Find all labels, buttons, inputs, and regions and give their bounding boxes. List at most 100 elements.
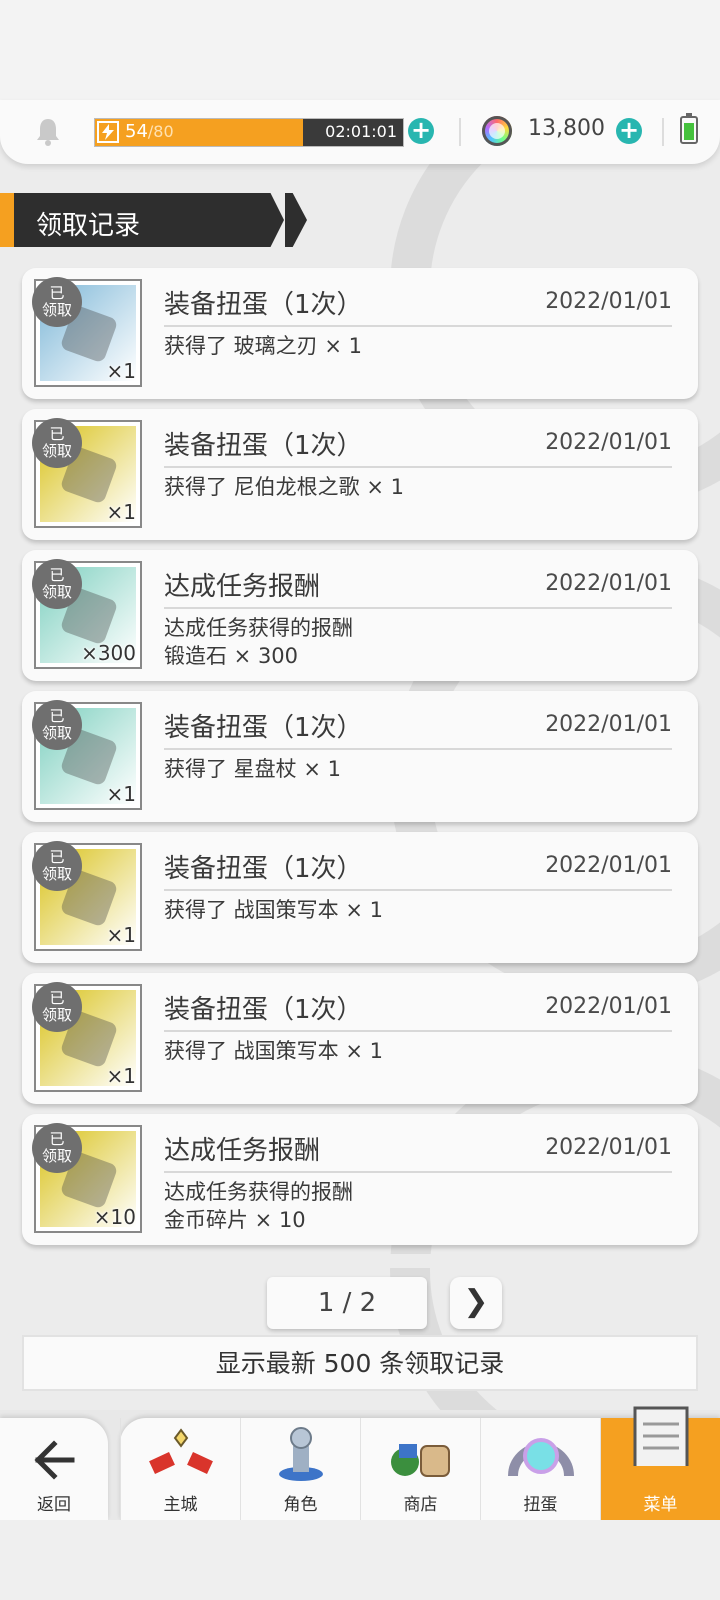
divider: [164, 1030, 672, 1032]
gacha-icon: [508, 1438, 574, 1477]
item-thumbnail: 已 领取 ×1: [32, 982, 142, 1092]
description-line: 金币碎片 × 10: [164, 1208, 306, 1232]
record-title: 装备扭蛋（1次）: [164, 713, 363, 743]
record-date: 2022/01/01: [545, 853, 672, 878]
nav-label: 商店: [403, 1495, 438, 1515]
claimed-badge: 已 领取: [32, 277, 82, 327]
description-line: 获得了 战国策写本 × 1: [164, 1039, 383, 1063]
stamina-timer: 02:01:01: [325, 122, 397, 141]
record-description: 获得了 战国策写本 × 1: [164, 896, 383, 924]
gem-icon: [482, 116, 512, 146]
item-quantity: ×1: [106, 923, 136, 947]
record-title: 达成任务报酬: [164, 572, 321, 602]
nav-item-menu[interactable]: 菜单: [600, 1406, 720, 1520]
shop-icon: [391, 1444, 450, 1477]
claimed-badge: 已 领取: [32, 982, 82, 1032]
record-date: 2022/01/01: [545, 289, 672, 314]
nav-label: 扭蛋: [523, 1495, 558, 1515]
nav-label: 主城: [163, 1495, 198, 1515]
divider: [164, 889, 672, 891]
record-title: 装备扭蛋（1次）: [164, 290, 363, 320]
stamina-current: 54: [125, 121, 148, 142]
bell-icon[interactable]: [34, 117, 62, 147]
record-description: 获得了 战国策写本 × 1: [164, 1037, 383, 1065]
record-date: 2022/01/01: [545, 712, 672, 737]
page-indicator: 1 / 2: [267, 1277, 427, 1329]
record-title: 达成任务报酬: [164, 1136, 321, 1166]
item-thumbnail: 已 领取 ×300: [32, 559, 142, 669]
divider: [164, 1171, 672, 1173]
record-card[interactable]: 已 领取 ×1 装备扭蛋（1次） 2022/01/01 获得了 星盘杖 × 1: [22, 691, 698, 822]
description-line: 达成任务获得的报酬: [164, 1180, 353, 1204]
item-quantity: ×1: [106, 500, 136, 524]
item-thumbnail: 已 领取 ×1: [32, 277, 142, 387]
description-line: 获得了 玻璃之刃 × 1: [164, 334, 362, 358]
menu-icon: [633, 1406, 689, 1466]
claimed-badge: 已 领取: [32, 418, 82, 468]
item-thumbnail: 已 领取 ×1: [32, 700, 142, 810]
nav-item-gacha[interactable]: 扭蛋: [480, 1418, 600, 1520]
item-thumbnail: 已 领取 ×1: [32, 418, 142, 528]
description-line: 获得了 星盘杖 × 1: [164, 757, 341, 781]
item-quantity: ×1: [106, 782, 136, 806]
back-label: 返回: [37, 1495, 71, 1515]
divider: [662, 118, 664, 146]
top-spacer: [0, 0, 720, 100]
next-page-button[interactable]: ❯: [450, 1277, 502, 1329]
record-card[interactable]: 已 领取 ×1 装备扭蛋（1次） 2022/01/01 获得了 战国策写本 × 1: [22, 973, 698, 1104]
item-thumbnail: 已 领取 ×1: [32, 841, 142, 951]
record-description: 达成任务获得的报酬 锻造石 × 300: [164, 614, 353, 670]
divider: [164, 748, 672, 750]
stamina-bar: 54/80 02:01:01: [94, 118, 404, 147]
arrow-left-icon: [34, 1440, 76, 1487]
section-header: 领取记录: [0, 193, 310, 247]
battery-icon: [680, 113, 698, 144]
record-card[interactable]: 已 领取 ×1 装备扭蛋（1次） 2022/01/01 获得了 玻璃之刃 × 1: [22, 268, 698, 399]
record-description: 获得了 尼伯龙根之歌 × 1: [164, 473, 404, 501]
claimed-badge: 已 领取: [32, 841, 82, 891]
nav-label: 角色: [283, 1495, 318, 1515]
claimed-badge: 已 领取: [32, 700, 82, 750]
record-card[interactable]: 已 领取 ×1 装备扭蛋（1次） 2022/01/01 获得了 战国策写本 × 1: [22, 832, 698, 963]
divider: [459, 118, 461, 146]
record-card[interactable]: 已 领取 ×10 达成任务报酬 2022/01/01 达成任务获得的报酬 金币碎片 × 1…: [22, 1114, 698, 1245]
item-quantity: ×1: [106, 1064, 136, 1088]
item-quantity: ×10: [93, 1205, 136, 1229]
record-card[interactable]: 已 领取 ×300 达成任务报酬 2022/01/01 达成任务获得的报酬 锻造石 × 3…: [22, 550, 698, 681]
divider: [164, 607, 672, 609]
record-title: 装备扭蛋（1次）: [164, 431, 363, 461]
divider: [164, 325, 672, 327]
currency-amount: 13,800: [528, 116, 605, 141]
description-line: 锻造石 × 300: [164, 644, 299, 668]
description-line: 获得了 战国策写本 × 1: [164, 898, 383, 922]
nav-item-character[interactable]: 角色: [240, 1418, 360, 1520]
record-limit-notice: 显示最新 500 条领取记录: [22, 1335, 698, 1391]
status-bar: 54/80 02:01:01 + 13,800 +: [0, 100, 720, 164]
claimed-badge: 已 领取: [32, 559, 82, 609]
nav-label: 菜单: [643, 1495, 678, 1515]
record-date: 2022/01/01: [545, 994, 672, 1019]
add-stamina-plus-icon[interactable]: +: [408, 118, 434, 144]
bottom-navigation: 主城 角色 商店 扭蛋 菜单: [120, 1406, 720, 1520]
chevron-icon: [285, 193, 307, 247]
divider: [164, 466, 672, 468]
nav-item-home[interactable]: 主城: [120, 1418, 240, 1520]
back-button[interactable]: 返回: [0, 1418, 108, 1520]
castle-icon: [149, 1428, 213, 1474]
record-description: 获得了 星盘杖 × 1: [164, 755, 341, 783]
stamina-text: 54/80: [125, 121, 174, 142]
section-title: 领取记录: [36, 211, 141, 241]
add-currency-plus-icon[interactable]: +: [616, 118, 642, 144]
item-quantity: ×300: [81, 641, 136, 665]
record-description: 获得了 玻璃之刃 × 1: [164, 332, 362, 360]
record-date: 2022/01/01: [545, 571, 672, 596]
description-line: 获得了 尼伯龙根之歌 × 1: [164, 475, 404, 499]
nav-item-shop[interactable]: 商店: [360, 1418, 480, 1520]
record-card[interactable]: 已 领取 ×1 装备扭蛋（1次） 2022/01/01 获得了 尼伯龙根之歌 × 1: [22, 409, 698, 540]
record-date: 2022/01/01: [545, 1135, 672, 1160]
claimed-badge: 已 领取: [32, 1123, 82, 1173]
stamina-max: /80: [147, 122, 174, 141]
record-date: 2022/01/01: [545, 430, 672, 455]
record-title: 装备扭蛋（1次）: [164, 995, 363, 1025]
record-description: 达成任务获得的报酬 金币碎片 × 10: [164, 1178, 353, 1234]
